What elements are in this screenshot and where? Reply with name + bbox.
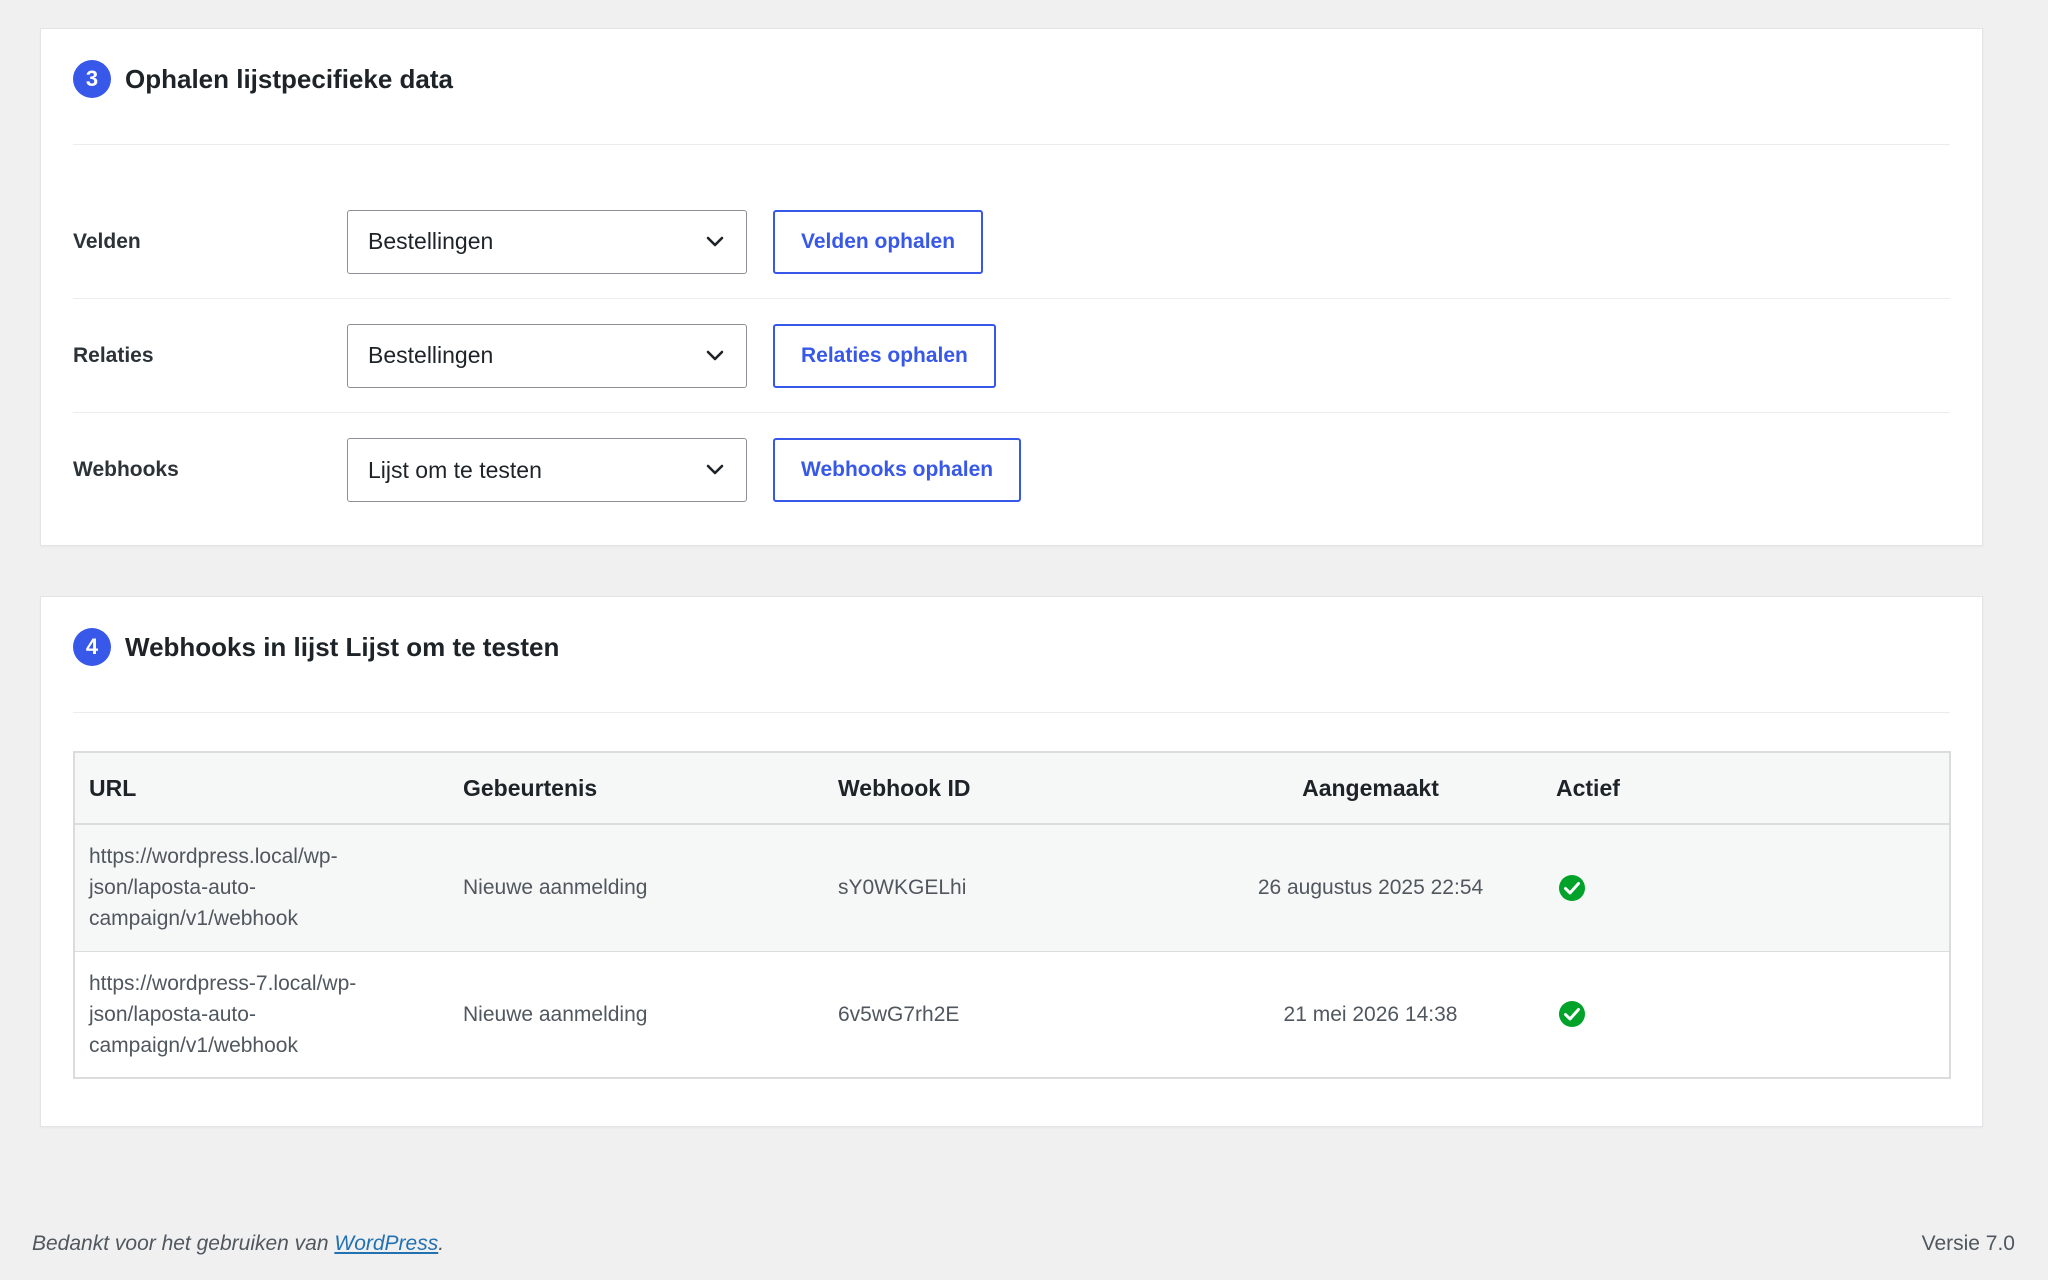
fetch-fields-button[interactable]: Velden ophalen bbox=[773, 209, 984, 274]
footer-thanks-text: Bedankt voor het gebruiken van bbox=[32, 1232, 335, 1255]
fields-row: Velden Bestellingen Velden ophalen bbox=[73, 185, 1950, 299]
wordpress-link[interactable]: WordPress bbox=[334, 1232, 438, 1255]
footer-version: Versie 7.0 bbox=[1921, 1232, 2015, 1255]
webhooks-table: URL Gebeurtenis Webhook ID Aangemaakt Ac… bbox=[73, 751, 1951, 1079]
webhook-event: Nieuwe aanmelding bbox=[463, 1002, 648, 1026]
webhooks-row: Webhooks Lijst om te testen Webhooks oph… bbox=[73, 413, 1950, 527]
webhook-created: 21 mei 2026 14:38 bbox=[1283, 1002, 1458, 1026]
webhook-id: sY0WKGELhi bbox=[824, 824, 1199, 952]
table-header-row: URL Gebeurtenis Webhook ID Aangemaakt Ac… bbox=[74, 752, 1950, 825]
relations-row: Relaties Bestellingen Relaties ophalen bbox=[73, 299, 1950, 413]
webhook-url: https://wordpress.local/wp-json/laposta-… bbox=[89, 845, 338, 931]
fetch-list-data-panel: 3 Ophalen lijstpecifieke data Velden Bes… bbox=[40, 28, 1983, 546]
webhook-active-cell bbox=[1542, 951, 1950, 1078]
webhook-id: 6v5wG7rh2E bbox=[838, 1002, 960, 1026]
step-badge: 4 bbox=[73, 628, 111, 666]
column-header-event: Gebeurtenis bbox=[449, 752, 824, 825]
footer-credits: Bedankt voor het gebruiken van WordPress… bbox=[32, 1232, 444, 1256]
column-header-url: URL bbox=[74, 752, 449, 825]
webhook-url: https://wordpress-7.local/wp-json/lapost… bbox=[89, 971, 357, 1057]
webhook-url-cell: https://wordpress-7.local/wp-json/lapost… bbox=[74, 951, 449, 1078]
fetch-webhooks-button[interactable]: Webhooks ophalen bbox=[773, 438, 1022, 502]
panel-header: 3 Ophalen lijstpecifieke data bbox=[73, 57, 1950, 145]
webhook-url-cell: https://wordpress.local/wp-json/laposta-… bbox=[74, 824, 449, 952]
table-row: https://wordpress-7.local/wp-json/lapost… bbox=[74, 951, 1950, 1078]
fetch-relations-button[interactable]: Relaties ophalen bbox=[773, 323, 996, 388]
table-row: https://wordpress.local/wp-json/laposta-… bbox=[74, 824, 1950, 952]
relations-list-select[interactable]: Bestellingen bbox=[347, 323, 747, 388]
check-circle-icon bbox=[1559, 874, 1585, 901]
webhook-created: 26 augustus 2025 22:54 bbox=[1199, 824, 1542, 952]
webhook-active-cell bbox=[1542, 824, 1950, 952]
chevron-down-icon bbox=[706, 350, 724, 360]
panel-header: 4 Webhooks in lijst Lijst om te testen bbox=[73, 625, 1950, 713]
fields-select-value: Bestellingen bbox=[368, 228, 494, 254]
webhooks-select-value: Lijst om te testen bbox=[368, 456, 542, 483]
relations-label: Relaties bbox=[73, 343, 154, 367]
footer-thanks-suffix: . bbox=[438, 1232, 445, 1255]
column-header-webhook-id: Webhook ID bbox=[824, 752, 1199, 825]
fields-label: Velden bbox=[73, 229, 141, 253]
webhooks-label: Webhooks bbox=[73, 458, 179, 481]
fields-list-select[interactable]: Bestellingen bbox=[347, 209, 747, 274]
webhook-event: Nieuwe aanmelding bbox=[449, 824, 824, 952]
column-header-created: Aangemaakt bbox=[1199, 752, 1542, 825]
webhooks-in-list-panel: 4 Webhooks in lijst Lijst om te testen U… bbox=[40, 596, 1983, 1127]
step-badge: 3 bbox=[73, 60, 111, 98]
chevron-down-icon bbox=[706, 236, 724, 246]
chevron-down-icon bbox=[706, 464, 724, 475]
column-header-active: Actief bbox=[1542, 752, 1950, 825]
relations-select-value: Bestellingen bbox=[368, 342, 494, 368]
panel-title: Webhooks in lijst Lijst om te testen bbox=[125, 632, 560, 662]
check-circle-icon bbox=[1559, 1001, 1585, 1028]
panel-title: Ophalen lijstpecifieke data bbox=[125, 64, 453, 94]
webhooks-list-select[interactable]: Lijst om te testen bbox=[347, 438, 747, 502]
